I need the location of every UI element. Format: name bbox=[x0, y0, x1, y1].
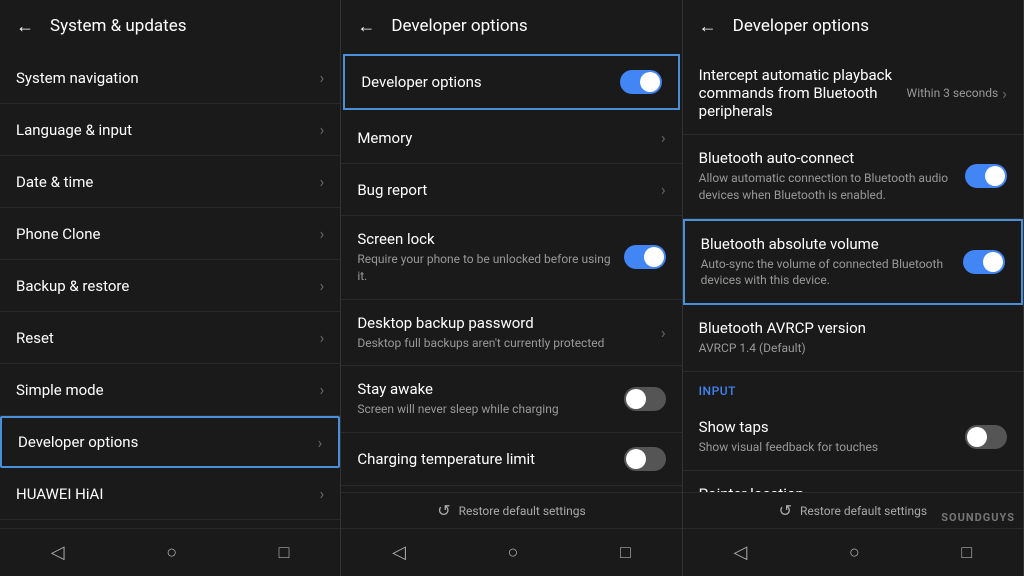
toggle-knob bbox=[983, 252, 1003, 272]
panel-developer-options-1: ← Developer options Developer options Me… bbox=[341, 0, 682, 576]
charging-temp-item[interactable]: Charging temperature limit bbox=[341, 433, 681, 486]
panel1-title: System & updates bbox=[50, 16, 187, 36]
developer-options-toggle[interactable] bbox=[620, 70, 662, 94]
recents-nav-btn[interactable]: □ bbox=[604, 538, 647, 567]
recents-nav-btn[interactable]: □ bbox=[945, 538, 988, 567]
recents-nav-btn[interactable]: □ bbox=[263, 538, 306, 567]
stay-awake-toggle[interactable] bbox=[624, 387, 666, 411]
sidebar-item-backup-restore[interactable]: Backup & restore › bbox=[0, 260, 340, 312]
bluetooth-absolute-volume-item[interactable]: Bluetooth absolute volume Auto-sync the … bbox=[683, 219, 1023, 306]
bluetooth-absolute-volume-toggle[interactable] bbox=[963, 250, 1005, 274]
restore-label: Restore default settings bbox=[459, 504, 586, 518]
panel1-bottom-nav: ◁ ○ □ bbox=[0, 528, 340, 576]
bluetooth-avrcp-item[interactable]: Bluetooth AVRCP version AVRCP 1.4 (Defau… bbox=[683, 305, 1023, 372]
show-taps-item[interactable]: Show taps Show visual feedback for touch… bbox=[683, 404, 1023, 471]
back-icon-panel3[interactable]: ← bbox=[699, 16, 717, 37]
chevron-icon: › bbox=[320, 380, 325, 399]
back-nav-btn[interactable]: ◁ bbox=[35, 538, 81, 567]
toggle-knob bbox=[626, 449, 646, 469]
panel2-title: Developer options bbox=[391, 16, 527, 36]
sidebar-item-developer-options[interactable]: Developer options › bbox=[0, 416, 340, 468]
chevron-icon: › bbox=[318, 433, 323, 452]
panel1-header: ← System & updates bbox=[0, 0, 340, 52]
panel-system-updates: ← System & updates System navigation › L… bbox=[0, 0, 341, 576]
home-nav-btn[interactable]: ○ bbox=[833, 538, 876, 567]
sidebar-item-huawei-hiai[interactable]: HUAWEI HiAI › bbox=[0, 468, 340, 520]
panel2-header: ← Developer options bbox=[341, 0, 681, 52]
bluetooth-auto-connect-toggle[interactable] bbox=[965, 164, 1007, 188]
back-icon-panel1[interactable]: ← bbox=[16, 16, 34, 37]
sidebar-item-date-time[interactable]: Date & time › bbox=[0, 156, 340, 208]
memory-item[interactable]: Memory › bbox=[341, 112, 681, 164]
intercept-item[interactable]: Intercept automatic playback commands fr… bbox=[683, 52, 1023, 135]
chevron-icon: › bbox=[320, 224, 325, 243]
sidebar-item-simple-mode[interactable]: Simple mode › bbox=[0, 364, 340, 416]
charging-temp-toggle[interactable] bbox=[624, 447, 666, 471]
bluetooth-auto-connect-item[interactable]: Bluetooth auto-connect Allow automatic c… bbox=[683, 135, 1023, 219]
intercept-value: Within 3 seconds bbox=[907, 86, 999, 100]
chevron-icon: › bbox=[320, 328, 325, 347]
soundguys-watermark: SOUNDGUYS bbox=[941, 511, 1015, 524]
toggle-knob bbox=[967, 427, 987, 447]
home-nav-btn[interactable]: ○ bbox=[492, 538, 535, 567]
panel3-bottom-nav: ◁ ○ □ bbox=[683, 528, 1023, 576]
toggle-knob bbox=[626, 389, 646, 409]
section-input-label: INPUT bbox=[683, 372, 1023, 404]
screen-lock-item[interactable]: Screen lock Require your phone to be unl… bbox=[341, 216, 681, 300]
panel2-bottom-nav: ◁ ○ □ bbox=[341, 528, 681, 576]
toggle-knob bbox=[644, 247, 664, 267]
chevron-icon: › bbox=[661, 128, 666, 147]
show-taps-toggle[interactable] bbox=[965, 425, 1007, 449]
panel2-settings-list: Developer options Memory › Bug report › bbox=[341, 52, 681, 492]
restore-bar-panel2[interactable]: ↺ Restore default settings bbox=[341, 492, 681, 528]
chevron-icon: › bbox=[320, 276, 325, 295]
restore-icon: ↺ bbox=[779, 501, 792, 520]
sidebar-item-system-navigation[interactable]: System navigation › bbox=[0, 52, 340, 104]
toggle-knob bbox=[640, 72, 660, 92]
restore-label: Restore default settings bbox=[800, 504, 927, 518]
stay-awake-item[interactable]: Stay awake Screen will never sleep while… bbox=[341, 366, 681, 433]
chevron-icon: › bbox=[1002, 84, 1007, 103]
sidebar-item-reset[interactable]: Reset › bbox=[0, 312, 340, 364]
chevron-icon: › bbox=[661, 180, 666, 199]
panel3-header: ← Developer options bbox=[683, 0, 1023, 52]
sidebar-item-certification-logos[interactable]: Certification logos › bbox=[0, 520, 340, 528]
chevron-icon: › bbox=[661, 323, 666, 342]
restore-icon: ↺ bbox=[437, 501, 450, 520]
sidebar-item-phone-clone[interactable]: Phone Clone › bbox=[0, 208, 340, 260]
home-nav-btn[interactable]: ○ bbox=[150, 538, 193, 567]
back-icon-panel2[interactable]: ← bbox=[357, 16, 375, 37]
pointer-location-item[interactable]: Pointer location Screen overlay showing … bbox=[683, 471, 1023, 492]
screen-lock-toggle[interactable] bbox=[624, 245, 666, 269]
panel3-settings-list: Intercept automatic playback commands fr… bbox=[683, 52, 1023, 492]
chevron-icon: › bbox=[320, 120, 325, 139]
chevron-icon: › bbox=[320, 172, 325, 191]
chevron-icon: › bbox=[320, 68, 325, 87]
back-nav-btn[interactable]: ◁ bbox=[376, 538, 422, 567]
desktop-backup-item[interactable]: Desktop backup password Desktop full bac… bbox=[341, 300, 681, 367]
panel1-settings-list: System navigation › Language & input › D… bbox=[0, 52, 340, 528]
bug-report-item[interactable]: Bug report › bbox=[341, 164, 681, 216]
panel3-title: Developer options bbox=[733, 16, 869, 36]
sidebar-item-language-input[interactable]: Language & input › bbox=[0, 104, 340, 156]
toggle-knob bbox=[985, 166, 1005, 186]
back-nav-btn[interactable]: ◁ bbox=[717, 538, 763, 567]
panel-developer-options-2: ← Developer options Intercept automatic … bbox=[683, 0, 1024, 576]
chevron-icon: › bbox=[320, 484, 325, 503]
developer-options-toggle-item[interactable]: Developer options bbox=[343, 54, 679, 110]
